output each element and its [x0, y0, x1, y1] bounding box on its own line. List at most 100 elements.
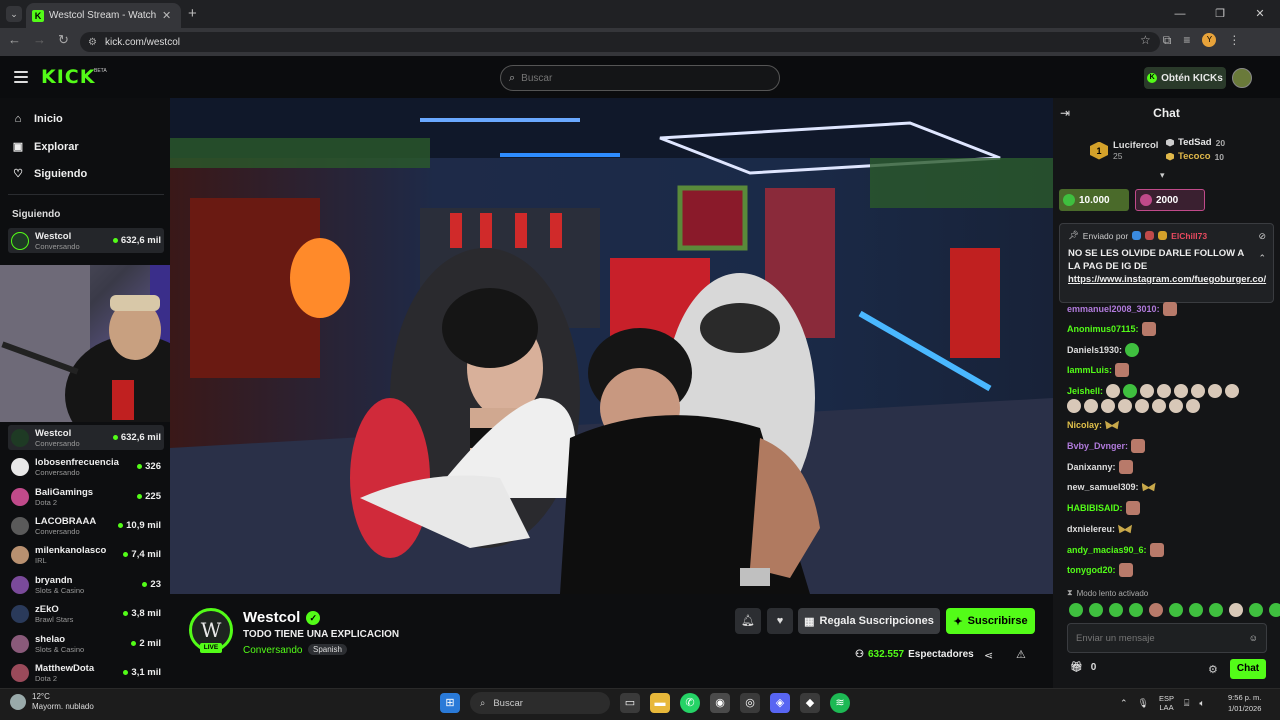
minimize-button[interactable]: — — [1160, 0, 1200, 28]
chat-username[interactable]: Nicolay: — [1067, 420, 1102, 430]
user-avatar[interactable] — [1232, 68, 1252, 88]
emote-icon[interactable] — [1209, 603, 1223, 617]
following-item[interactable]: bryandn Slots & Casino 23 — [8, 572, 164, 597]
chevron-up-icon[interactable]: ⌃ — [1120, 698, 1128, 709]
gift-subs-button[interactable]: ▦ Regala Suscripciones — [798, 608, 940, 634]
emote-icon[interactable] — [1089, 603, 1103, 617]
app-icon[interactable]: ◎ — [740, 693, 760, 713]
chat-username[interactable]: Daniels1930: — [1067, 345, 1122, 355]
whatsapp-icon[interactable]: ✆ — [680, 693, 700, 713]
following-item[interactable]: milenkanolasco IRL 7,4 mil — [8, 542, 164, 567]
browser-tab[interactable]: K Westcol Stream - Watch Li... ✕ — [26, 3, 181, 28]
emote-icon[interactable] — [1189, 603, 1203, 617]
menu-kebab-icon[interactable]: ⋮ — [1228, 33, 1240, 48]
chat-footer-kicks[interactable]: 🎁︎ 0 — [1070, 662, 1096, 673]
stream-category-link[interactable]: Conversando — [243, 645, 302, 656]
following-item[interactable]: BaliGamings Dota 2 225 — [8, 484, 164, 509]
language-tag[interactable]: Spanish — [308, 644, 347, 655]
network-icon[interactable]: ⌸ — [1184, 698, 1189, 709]
bookmark-star-icon[interactable]: ☆ — [1140, 33, 1151, 48]
profile-avatar[interactable]: Y — [1202, 33, 1217, 47]
notification-bell-button[interactable]: 🔔︎ — [735, 608, 761, 634]
chat-input-box[interactable]: ☺ — [1067, 623, 1267, 653]
app-icon[interactable]: ◆ — [800, 693, 820, 713]
taskbar-search[interactable]: ⌕ Buscar — [470, 692, 610, 714]
sidebar-item-inicio[interactable]: ⌂ Inicio — [12, 113, 63, 125]
windows-start-icon[interactable]: ⊞ — [440, 693, 460, 713]
new-tab-button[interactable]: + — [188, 5, 197, 22]
following-item[interactable]: MatthewDota Dota 2 3,1 mil — [8, 660, 164, 685]
search-input[interactable] — [521, 72, 762, 84]
chat-username[interactable]: IammLuis: — [1067, 365, 1112, 375]
follow-heart-button[interactable]: ♥ — [767, 608, 793, 634]
emote-icon[interactable] — [1129, 603, 1143, 617]
volume-icon[interactable]: 🔈︎ — [1199, 698, 1204, 709]
emote-icon[interactable] — [1169, 603, 1183, 617]
streamer-name[interactable]: Westcol — [243, 609, 300, 626]
emote-icon[interactable] — [1109, 603, 1123, 617]
forward-icon[interactable]: → — [33, 32, 46, 48]
chat-username[interactable]: HABIBISAID: — [1067, 503, 1123, 513]
kick-logo[interactable]: KICK — [41, 66, 95, 88]
reading-list-icon[interactable]: ≡ — [1183, 33, 1190, 48]
maximize-button[interactable]: ❐ — [1200, 0, 1240, 28]
back-icon[interactable]: ← — [8, 32, 21, 48]
leader-name[interactable]: Lucifercol — [1113, 140, 1158, 151]
search-bar[interactable]: ⌕ — [500, 65, 780, 91]
chat-username[interactable]: andy_macias90_6: — [1067, 545, 1147, 555]
emote-icon[interactable] — [1269, 603, 1280, 617]
sidebar-item-siguiendo[interactable]: ♡ Siguiendo — [12, 167, 87, 181]
clock[interactable]: 9:56 p. m. 1/01/2026 — [1228, 692, 1261, 714]
expand-leaderboard-icon[interactable]: ▾ — [1160, 170, 1165, 181]
video-player[interactable] — [170, 98, 1053, 594]
share-icon[interactable]: ⋖ — [984, 649, 993, 662]
emote-icon[interactable] — [1069, 603, 1083, 617]
chat-username[interactable]: new_samuel309: — [1067, 482, 1139, 492]
following-item[interactable]: lobosenfrecuencia Conversando 326 — [8, 454, 164, 479]
file-explorer-icon[interactable]: ▬ — [650, 693, 670, 713]
leader-row[interactable]: Tecoco 10 — [1166, 151, 1225, 162]
discord-icon[interactable]: ◈ — [770, 693, 790, 713]
kick-gift-box[interactable]: 2000 — [1135, 189, 1205, 211]
chat-username[interactable]: Jeishell: — [1067, 386, 1103, 396]
close-tab-icon[interactable]: ✕ — [162, 9, 171, 22]
extensions-icon[interactable]: ⧉ — [1163, 33, 1172, 48]
chat-username[interactable]: dxnielereu: — [1067, 524, 1115, 534]
close-window-button[interactable]: ✕ — [1240, 0, 1280, 28]
url-field[interactable]: ⚙ kick.com/westcol — [80, 32, 1160, 52]
chat-username[interactable]: Anonimus07115: — [1067, 324, 1139, 334]
site-info-icon[interactable]: ⚙ — [88, 37, 97, 48]
leader-row[interactable]: TedSad 20 — [1166, 137, 1225, 148]
emoji-picker-icon[interactable]: ☺ — [1249, 633, 1258, 643]
chevron-up-icon[interactable]: ⌃ — [1258, 253, 1266, 264]
chat-username[interactable]: Bvby_Dvnger: — [1067, 441, 1128, 451]
chat-input[interactable] — [1076, 632, 1249, 644]
report-icon[interactable]: ⚠ — [1016, 648, 1026, 661]
chat-username[interactable]: tonygod20: — [1067, 565, 1116, 575]
following-item[interactable]: Westcol Conversando 632,6 mil — [8, 425, 164, 450]
following-item-top[interactable]: Westcol Conversando 632,6 mil — [8, 228, 164, 253]
hamburger-menu-icon[interactable] — [14, 71, 28, 83]
spotify-icon[interactable]: ≋ — [830, 693, 850, 713]
microphone-icon[interactable]: 🎙︎ — [1138, 698, 1149, 709]
kick-gift-box[interactable]: 10.000 — [1059, 189, 1129, 211]
chrome-icon[interactable]: ◉ — [710, 693, 730, 713]
chat-username[interactable]: Danixanny: — [1067, 462, 1116, 472]
following-item[interactable]: shelao Slots & Casino 2 mil — [8, 631, 164, 656]
emote-icon[interactable] — [1249, 603, 1263, 617]
emote-icon[interactable] — [1149, 603, 1163, 617]
following-item[interactable]: LACOBRAAA Conversando 10,9 mil — [8, 513, 164, 538]
send-chat-button[interactable]: Chat — [1230, 659, 1266, 679]
following-item[interactable]: zEkO Brawl Stars 3,8 mil — [8, 601, 164, 626]
reload-icon[interactable]: ↻ — [58, 32, 69, 48]
task-view-icon[interactable]: ▭ — [620, 693, 640, 713]
language-indicator[interactable]: ESP LAA — [1159, 694, 1174, 712]
emote-icon[interactable] — [1229, 603, 1243, 617]
tab-search-button[interactable]: ⌄ — [6, 6, 22, 22]
get-kicks-button[interactable]: K Obtén KICKs — [1144, 67, 1226, 89]
chat-username[interactable]: emmanuel2008_3010: — [1067, 304, 1160, 314]
chat-settings-icon[interactable]: ⚙ — [1208, 663, 1218, 676]
subscribe-button[interactable]: ✦ Suscribirse — [946, 608, 1035, 634]
weather-widget[interactable]: 12°C Mayorm. nublado — [10, 692, 94, 712]
unpin-icon[interactable]: ⊘ — [1258, 231, 1266, 242]
